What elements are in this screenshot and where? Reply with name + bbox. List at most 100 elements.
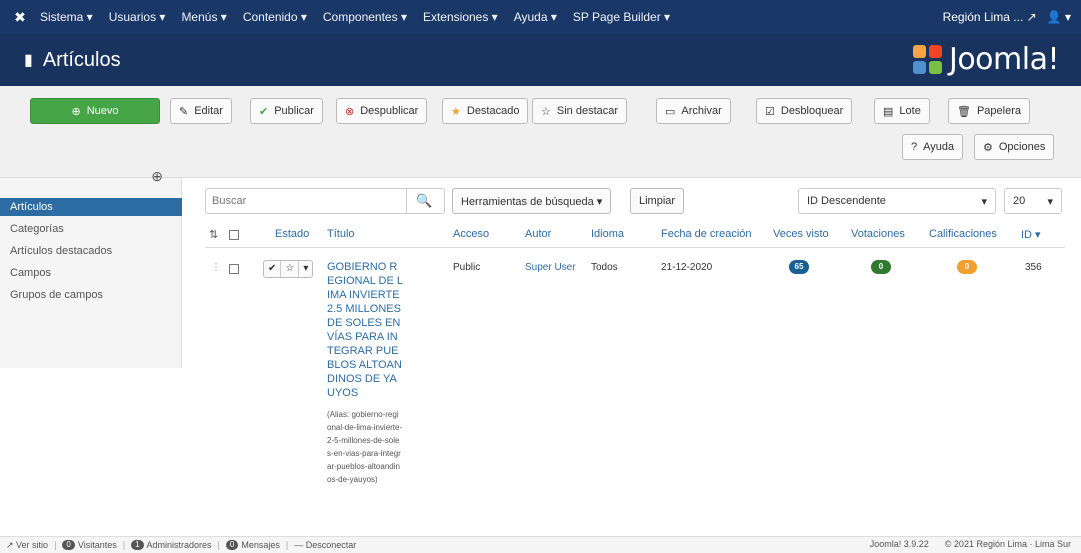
unlock-button[interactable]: ☑ Desbloquear [756,98,853,124]
col-visto[interactable]: Veces visto [773,228,829,240]
sidebar-item-featured[interactable]: Artículos destacados [0,242,182,260]
sidebar-item-fields[interactable]: Campos [0,264,182,282]
main-menu: Sistema ▾ Usuarios ▾ Menús ▾ Contenido ▾… [40,10,686,24]
help-icon: ? [911,141,918,153]
unlock-label: Desbloquear [780,105,844,117]
sidebar-item-field-groups[interactable]: Grupos de campos [0,286,182,304]
view-site-label: Ver sitio [16,540,49,550]
star-icon: ★ [451,105,461,118]
unpublish-icon: ⊗ [345,105,355,118]
messages-link[interactable]: 0 Mensajes [225,540,280,550]
drag-handle-icon[interactable]: ⋮ [211,262,221,273]
created-date: 21-12-2020 [661,262,713,273]
table-header: ⇅ Estado Título Acceso Autor Idioma Fech… [205,222,1065,248]
search-icon: 🔍 [416,193,433,208]
sidebar-item-categories[interactable]: Categorías [0,220,182,238]
menu-componentes[interactable]: Componentes ▾ [323,10,407,24]
search-input[interactable] [206,190,406,212]
edit-button[interactable]: ✎ Editar [170,98,232,124]
clear-button[interactable]: Limpiar [630,188,685,214]
row-checkbox[interactable] [229,264,239,274]
unfeature-label: Sin destacar [556,105,619,117]
visitors-count: 0 [62,540,75,550]
col-acceso[interactable]: Acceso [453,228,489,240]
search-button[interactable]: 🔍 [406,189,442,213]
trash-icon: 🗑 [957,105,971,118]
page-header: ▮ Artículos Joomla! [0,34,1081,86]
joomla-logo: Joomla! [912,42,1060,77]
site-link[interactable]: Región Lima ... ↗ [943,10,1037,24]
options-button[interactable]: ⚙ Opciones [974,134,1055,160]
admins-link[interactable]: 1 Administradores [131,540,212,550]
language-value: Todos [591,262,618,273]
order-select[interactable]: ID Descendente ▾ [798,188,996,214]
joomla-logo-icon [912,44,943,75]
checkbox [229,230,239,240]
help-button[interactable]: ? Ayuda [902,134,964,160]
author-link[interactable]: Super User [525,262,576,273]
col-autor[interactable]: Autor [525,228,551,240]
checkbox-icon: ☑ [765,105,775,118]
collapse-sidebar-icon[interactable]: ⊕ [151,168,163,185]
visitors-link[interactable]: 0 Visitantes [62,540,117,550]
order-value: ID Descendente [807,195,886,207]
menu-menus[interactable]: Menús ▾ [181,10,226,24]
menu-ayuda[interactable]: Ayuda ▾ [514,10,557,24]
messages-count: 0 [225,540,239,550]
new-label: Nuevo [86,105,119,117]
logout-label: Desconectar [305,540,357,550]
hits-badge: 65 [789,260,809,274]
user-menu[interactable]: 👤 ▾ [1047,10,1071,24]
published-toggle-icon[interactable]: ✔ [264,261,282,277]
col-calificaciones[interactable]: Calificaciones [929,228,997,240]
unpublish-button[interactable]: ⊗ Despublicar [336,98,428,124]
publish-label: Publicar [274,105,314,117]
edit-icon: ✎ [179,105,189,118]
article-id: 356 [1025,262,1042,273]
sidebar: ⊕ Artículos Categorías Artículos destaca… [0,168,182,368]
search-box: 🔍 [205,188,445,214]
menu-contenido[interactable]: Contenido ▾ [243,10,307,24]
menu-extensiones[interactable]: Extensiones ▾ [423,10,498,24]
divider: | [285,540,289,550]
sidebar-item-articles[interactable]: Artículos [0,198,182,216]
col-idioma[interactable]: Idioma [591,228,624,240]
publish-button[interactable]: ✔ Publicar [250,98,323,124]
col-id[interactable]: ID ▾ [1021,228,1041,241]
joomla-version: Joomla! 3.9.22 [869,539,929,549]
menu-sp-page-builder[interactable]: SP Page Builder ▾ [573,10,670,24]
batch-icon: ▤ [883,105,894,118]
table-row: ⋮ ✔ ☆ ▾ GOBIERNO REGIONAL DE LIMA INVIER… [205,250,1065,536]
gear-icon: ⚙ [983,141,993,154]
search-tools-button[interactable]: Herramientas de búsqueda ▾ [452,188,612,214]
col-fecha[interactable]: Fecha de creación [661,228,752,240]
status-right: Joomla! 3.9.22 © 2021 Región Lima · Lima… [854,539,1071,549]
featured-toggle-icon[interactable]: ☆ [281,261,300,277]
ordering-icon[interactable]: ⇅ [209,228,218,241]
col-estado[interactable]: Estado [275,228,309,240]
feature-button[interactable]: ★ Destacado [442,98,529,124]
batch-label: Lote [899,105,921,117]
article-alias: (Alias: gobierno-regional-de-lima-invier… [327,410,403,484]
plus-icon: ⊕ [71,105,81,118]
actions-dropdown-icon[interactable]: ▾ [299,261,312,277]
view-site-link[interactable]: ↗ Ver sitio [6,540,48,551]
col-votaciones[interactable]: Votaciones [851,228,905,240]
menu-sistema[interactable]: Sistema ▾ [40,10,93,24]
archive-button[interactable]: ▭ Archivar [656,98,731,124]
new-button[interactable]: ⊕ Nuevo [30,98,160,124]
col-titulo[interactable]: Título [327,228,355,240]
unpublish-label: Despublicar [360,105,419,117]
logout-link[interactable]: — Desconectar [294,540,356,550]
unfeature-button[interactable]: ☆ Sin destacar [532,98,628,124]
joomla-menu-icon[interactable]: ✖ [0,9,40,26]
feature-label: Destacado [466,105,520,117]
page-title: Artículos [42,48,121,71]
menu-usuarios[interactable]: Usuarios ▾ [109,10,166,24]
article-title-link[interactable]: GOBIERNO REGIONAL DE LIMA INVIERTE 2.5 M… [327,260,403,400]
batch-button[interactable]: ▤ Lote [874,98,930,124]
trash-button[interactable]: 🗑 Papelera [948,98,1031,124]
select-all-checkbox[interactable] [229,230,239,243]
limit-select[interactable]: 20 ▾ [1004,188,1062,214]
copyright: © 2021 Región Lima · Lima Sur [944,539,1071,549]
